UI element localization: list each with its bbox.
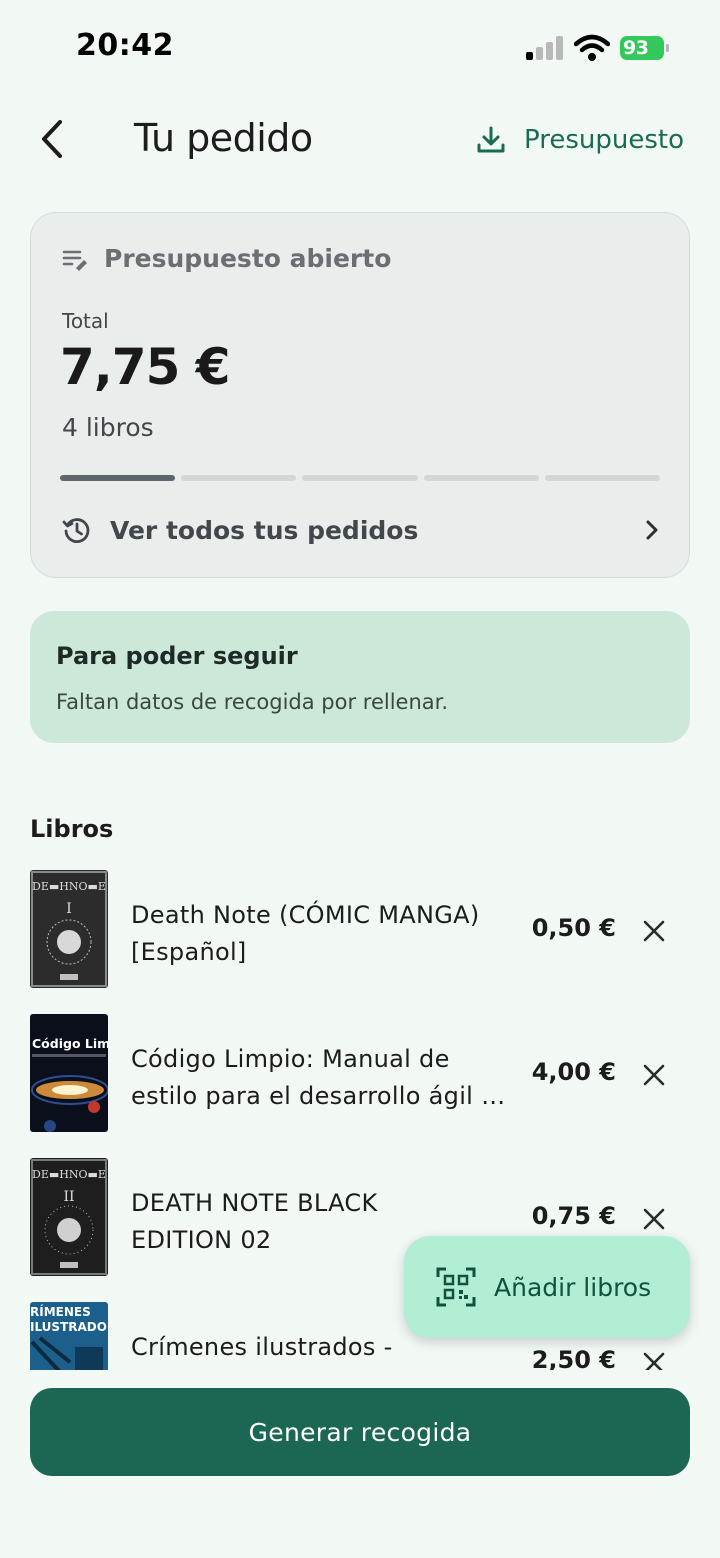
pickup-notice — [30, 611, 690, 743]
book-title-line-1: DEATH NOTE BLACK — [131, 1189, 378, 1217]
progress-segment — [544, 475, 661, 481]
svg-text:ILUSTRADO: ILUSTRADO — [30, 1320, 107, 1334]
download-budget-label: Presupuesto — [524, 125, 684, 155]
budget-status: Presupuesto abierto — [62, 244, 391, 273]
book-price: 2,50 € — [531, 1346, 616, 1370]
progress-segment — [423, 475, 539, 481]
status-time: 20:42 — [76, 28, 174, 63]
generate-pickup-button[interactable]: Generar recogida — [30, 1388, 690, 1476]
notice-title: Para poder seguir — [56, 642, 298, 670]
qr-scan-icon — [436, 1267, 476, 1307]
book-cover-image: Código Limpio — [30, 1014, 108, 1132]
progress-segment — [302, 475, 418, 481]
book-title: Código Limpio: Manual de estilo para el … — [131, 1041, 515, 1115]
book-title-line-1: Código Limpio: Manual de — [131, 1045, 450, 1073]
book-cover-image: DE▬HNO▬E I — [30, 870, 108, 988]
book-title: Death Note (CÓMIC MANGA) [Español] — [131, 897, 515, 971]
remove-book-close-icon[interactable] — [641, 1206, 667, 1232]
svg-text:Código Limpio: Código Limpio — [32, 1036, 108, 1051]
remove-book-close-icon[interactable] — [641, 1062, 667, 1088]
budget-status-label: Presupuesto abierto — [104, 244, 392, 273]
book-title-line-1: Death Note (CÓMIC MANGA) — [131, 901, 480, 929]
book-cover-image: DE▬HNO▬E II — [30, 1158, 108, 1276]
book-row[interactable]: Código Limpio Código Limpio: Manual de e… — [0, 1004, 720, 1132]
svg-text:II: II — [63, 1189, 74, 1205]
remove-book-close-icon[interactable] — [641, 918, 667, 944]
svg-text:RÍMENES: RÍMENES — [30, 1304, 91, 1319]
books-section-title: Libros — [30, 815, 114, 843]
view-all-orders-label: Ver todos tus pedidos — [110, 515, 419, 545]
edit-notes-icon — [62, 250, 87, 271]
svg-text:DE▬HNO▬E: DE▬HNO▬E — [32, 880, 106, 893]
history-icon — [62, 518, 90, 543]
page-title: Tu pedido — [134, 116, 313, 160]
book-count: 4 libros — [62, 413, 154, 442]
add-books-label: Añadir libros — [494, 1272, 652, 1302]
book-price: 0,75 € — [531, 1202, 616, 1230]
download-icon — [477, 126, 505, 153]
svg-text:I: I — [66, 901, 72, 917]
remove-book-close-icon[interactable] — [641, 1350, 667, 1370]
progress-segment — [60, 475, 176, 481]
svg-text:DE▬HNO▬E: DE▬HNO▬E — [32, 1168, 106, 1181]
total-amount: 7,75 € — [60, 338, 231, 396]
book-row[interactable]: DE▬HNO▬E I Death Note (CÓMIC MANGA) [Esp… — [0, 860, 720, 988]
order-progress — [60, 475, 661, 481]
book-title-line-2: estilo para el desarrollo ágil de softwa… — [131, 1082, 515, 1110]
back-arrow-icon[interactable] — [36, 116, 72, 162]
book-price: 4,00 € — [531, 1058, 616, 1086]
add-books-button[interactable]: Añadir libros — [404, 1236, 690, 1338]
total-label: Total — [62, 309, 109, 333]
download-budget-button[interactable]: Presupuesto — [476, 120, 684, 160]
view-all-orders-link[interactable]: Ver todos tus pedidos — [62, 510, 662, 550]
battery-level: 93 — [623, 37, 649, 59]
book-cover-image: RÍMENES ILUSTRADO — [30, 1302, 108, 1370]
progress-segment — [181, 475, 297, 481]
book-title-line-2: [Español] — [131, 938, 247, 966]
wifi-icon — [574, 34, 610, 61]
notice-message: Faltan datos de recogida por rellenar. — [56, 690, 449, 714]
chevron-right-icon — [646, 520, 658, 540]
battery-icon: 93 — [620, 36, 670, 60]
book-price: 0,50 € — [531, 914, 616, 942]
cellular-signal-icon — [526, 36, 564, 60]
